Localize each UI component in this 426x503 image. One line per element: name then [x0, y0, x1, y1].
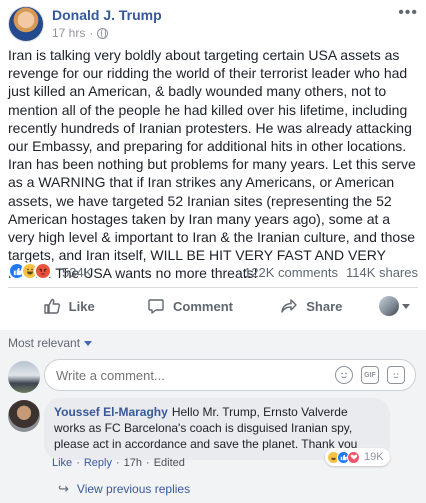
comment-reactions[interactable]: 19K: [325, 448, 390, 466]
like-label: Like: [68, 298, 95, 314]
share-button[interactable]: Share: [251, 290, 372, 322]
comment-input[interactable]: [56, 368, 316, 383]
reply-arrow-icon: ↪: [58, 481, 69, 496]
author-avatar[interactable]: [8, 6, 44, 42]
share-label: Share: [306, 298, 343, 314]
comment-sort-label: Most relevant: [8, 336, 81, 350]
like-button[interactable]: Like: [8, 290, 129, 322]
post-as-selector[interactable]: [372, 296, 418, 316]
post-header: Donald J. Trump 17 hrs · •••: [8, 5, 418, 42]
comment-like-link[interactable]: Like: [52, 457, 72, 469]
post-meta: 17 hrs ·: [52, 26, 109, 40]
comment-count[interactable]: 122K comments: [244, 265, 338, 280]
dot-separator: ·: [146, 457, 150, 469]
post-text: Iran is talking very boldly about target…: [8, 47, 416, 282]
view-previous-replies[interactable]: ↪ View previous replies: [58, 481, 190, 497]
love-icon: [347, 450, 360, 464]
more-options-icon[interactable]: •••: [398, 5, 418, 21]
comment-label: Comment: [173, 298, 233, 314]
commenter-name[interactable]: Youssef El-Maraghy: [54, 405, 168, 419]
angry-icon: [34, 262, 52, 280]
comments-section: Most relevant GIF Youssef El-MaraghyHell…: [0, 330, 426, 503]
post-stats: 122K comments 114K shares: [244, 265, 418, 280]
comment-reaction-count: 19K: [364, 451, 384, 463]
post-timestamp[interactable]: 17 hrs: [52, 26, 85, 40]
action-bar: Like Comment Share: [8, 290, 418, 322]
meta-separator: ·: [89, 26, 94, 40]
dot-separator: ·: [115, 457, 120, 469]
current-user-avatar: [8, 361, 40, 393]
reactions-bar: 534K 122K comments 114K shares: [8, 262, 418, 282]
comment-icon: [148, 299, 164, 314]
comment-edited[interactable]: Edited: [154, 457, 185, 469]
commenter-avatar[interactable]: [8, 400, 40, 432]
comment-reply-link[interactable]: Reply: [84, 457, 112, 469]
emoji-icon[interactable]: [335, 366, 353, 384]
globe-icon: [97, 27, 109, 39]
dot-separator: ·: [76, 457, 80, 469]
user-avatar: [379, 296, 400, 316]
chevron-down-icon: [84, 340, 93, 346]
comment-composer[interactable]: GIF: [44, 359, 416, 391]
sticker-icon[interactable]: [387, 366, 405, 384]
comment-button[interactable]: Comment: [129, 290, 250, 322]
thumbs-up-icon: [43, 298, 60, 314]
chevron-down-icon: [402, 303, 411, 309]
composer-icons: GIF: [335, 366, 405, 384]
reaction-count[interactable]: 534K: [62, 265, 92, 280]
comment-actions: Like · Reply · 17h · Edited: [52, 457, 185, 469]
reaction-icons[interactable]: [8, 262, 52, 280]
comment-time[interactable]: 17h: [124, 457, 142, 469]
gif-icon[interactable]: GIF: [361, 366, 379, 384]
author-name[interactable]: Donald J. Trump: [52, 7, 162, 23]
share-count[interactable]: 114K shares: [346, 265, 418, 280]
share-icon: [281, 299, 297, 313]
comment-sort-dropdown[interactable]: Most relevant: [8, 336, 93, 350]
view-previous-label: View previous replies: [76, 482, 191, 496]
divider: [8, 287, 418, 288]
